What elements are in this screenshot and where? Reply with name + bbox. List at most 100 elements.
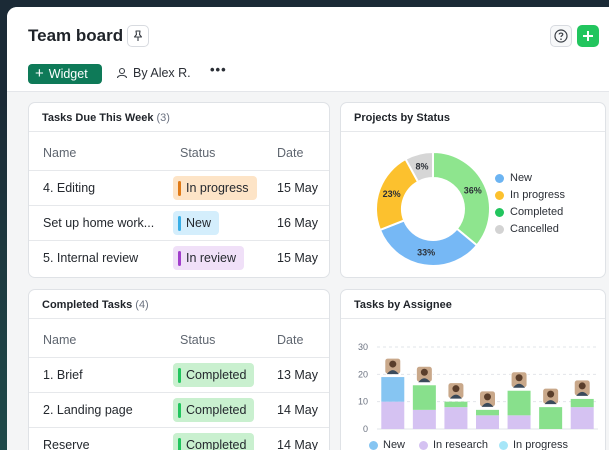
bar-segment (539, 407, 563, 429)
status-badge[interactable]: In progress (173, 176, 257, 200)
assignee-avatar (479, 390, 496, 408)
legend-item: New (495, 172, 532, 184)
table-header: Name Status Date (29, 135, 329, 170)
column-name: Name (43, 146, 77, 160)
bar-segment (507, 390, 531, 416)
more-options-button[interactable]: ••• (210, 62, 227, 77)
card-title: Tasks by Assignee (354, 299, 452, 311)
task-name: 5. Internal review (43, 251, 139, 265)
pin-button[interactable] (127, 25, 149, 47)
widget-button-label: Widget (48, 67, 88, 81)
card-title: Projects by Status (354, 112, 450, 124)
bar-segment (476, 409, 499, 416)
card-title: Completed Tasks (4) (42, 299, 149, 311)
status-badge[interactable]: Completed (173, 433, 255, 450)
legend-label: In research (433, 439, 489, 450)
legend-label: In progress (510, 189, 566, 201)
task-date: 16 May (277, 216, 318, 230)
legend-swatch (495, 173, 504, 183)
status-label: New (186, 216, 212, 230)
y-tick-label: 0 (363, 424, 368, 434)
slice-label: 8% (416, 161, 429, 171)
legend-swatch (495, 190, 504, 200)
page-title: Team board (28, 26, 124, 45)
bar-segment (412, 385, 436, 410)
y-tick-label: 10 (358, 397, 368, 407)
bar-segment (476, 415, 499, 429)
legend-label: Cancelled (510, 223, 559, 235)
y-tick-label: 20 (358, 369, 368, 379)
status-bar (178, 215, 181, 231)
y-tick-label: 30 (358, 342, 368, 352)
task-date: 15 May (277, 181, 318, 195)
status-badge[interactable]: New (173, 211, 220, 235)
legend-item: In research (419, 439, 488, 450)
legend-label: In progress (513, 439, 569, 450)
card-count: (4) (135, 299, 149, 311)
status-label: In review (186, 251, 237, 265)
plus-icon (583, 31, 593, 41)
bar-segment (444, 401, 468, 408)
legend-label: New (510, 172, 533, 184)
divider (341, 131, 605, 132)
task-date: 14 May (277, 403, 318, 417)
column-date: Date (277, 333, 304, 347)
board-header: Team board + Widget By Alex R. ••• (7, 7, 609, 92)
table-row[interactable]: Set up home work... New 16 May (29, 205, 329, 240)
status-label: Completed (186, 438, 247, 450)
completed-tasks-card: Completed Tasks (4) Name Status Date 1. B… (28, 289, 330, 450)
owner-filter[interactable]: By Alex R. (116, 66, 191, 80)
bar-segment (507, 415, 531, 429)
column-date: Date (277, 146, 304, 160)
table-row[interactable]: 5. Internal review In review 15 May (29, 240, 329, 275)
legend-item: In progress (495, 189, 565, 201)
plus-icon: + (35, 65, 44, 82)
legend-swatch (499, 440, 508, 450)
task-date: 13 May (277, 368, 318, 382)
assignee-avatar (415, 365, 433, 383)
add-widget-button[interactable]: + Widget (28, 64, 102, 84)
slice-label: 23% (383, 189, 401, 199)
table-row[interactable]: 2. Landing page Completed 14 May (29, 392, 329, 427)
slice-label: 36% (464, 185, 482, 195)
assignee-avatar (447, 382, 465, 400)
legend-label: New (383, 439, 406, 450)
task-name: 1. Brief (43, 368, 83, 382)
status-badge[interactable]: Completed (173, 363, 255, 387)
table-row[interactable]: 4. Editing In progress 15 May (29, 170, 329, 205)
card-count: (3) (156, 112, 170, 124)
card-title: Tasks Due This Week (3) (42, 112, 170, 124)
pin-icon (133, 30, 143, 41)
table-header: Name Status Date (29, 322, 329, 357)
status-badge[interactable]: Completed (173, 398, 255, 422)
status-badge[interactable]: In review (173, 246, 245, 270)
divider (341, 318, 605, 319)
legend-label: Completed (510, 206, 564, 218)
assignee-avatar (542, 387, 560, 405)
help-button[interactable] (550, 25, 572, 47)
divider (29, 131, 329, 132)
legend-item: In progress (499, 439, 568, 450)
status-bar (178, 402, 181, 418)
task-name: 2. Landing page (43, 403, 133, 417)
legend-item: New (369, 439, 405, 450)
task-name: Set up home work... (43, 216, 155, 230)
board-window: Team board + Widget By Alex R. ••• Tasks… (7, 7, 609, 450)
status-label: In progress (186, 181, 249, 195)
owner-label: By Alex R. (133, 66, 191, 80)
assignee-bar-chart: 0 10 20 30 (358, 342, 598, 434)
column-status: Status (180, 146, 216, 160)
bar-segment (412, 409, 436, 429)
task-date: 14 May (277, 438, 318, 450)
add-button[interactable] (577, 25, 599, 47)
card-title-text: Tasks Due This Week (42, 112, 154, 124)
table-row[interactable]: Reserve Completed 14 May (29, 427, 329, 450)
status-label: Completed (186, 368, 247, 382)
user-icon (116, 67, 128, 79)
task-date: 15 May (277, 251, 318, 265)
legend-swatch (369, 440, 378, 450)
column-name: Name (43, 333, 77, 347)
table-row[interactable]: 1. Brief Completed 13 May (29, 357, 329, 392)
bar-segment (570, 398, 594, 408)
task-name: Reserve (43, 438, 90, 450)
